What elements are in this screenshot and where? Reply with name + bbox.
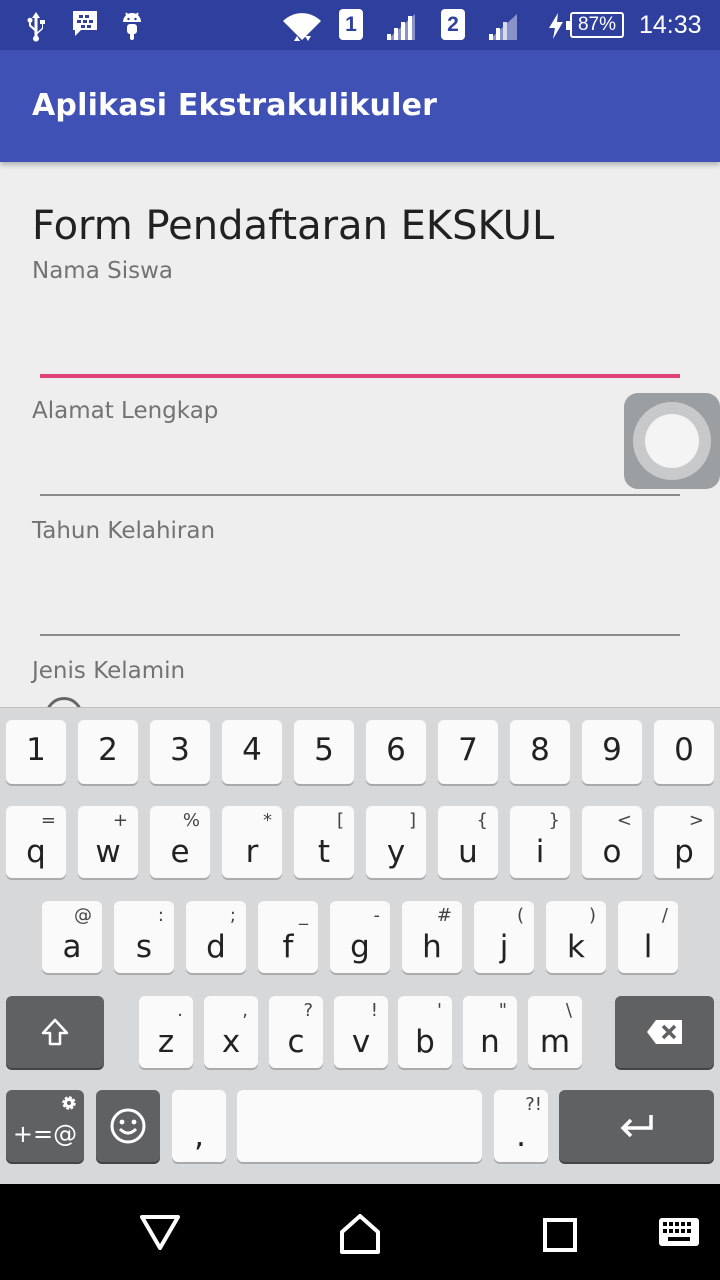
key-x[interactable]: ,x <box>204 996 258 1068</box>
form-title: Form Pendaftaran EKSKUL <box>32 203 555 249</box>
app-title: Aplikasi Ekstrakulikuler <box>32 88 438 123</box>
key-9[interactable]: 9 <box>582 720 642 784</box>
alamat-lengkap-input[interactable] <box>32 430 622 500</box>
key-k[interactable]: ) k <box>546 901 606 973</box>
tahun-kelahiran-label: Tahun Kelahiran <box>32 518 216 544</box>
key-0[interactable]: 0 <box>654 720 714 784</box>
shift-icon <box>41 1018 69 1046</box>
bbm-icon <box>73 11 97 36</box>
app-bar: Aplikasi Ekstrakulikuler <box>0 50 720 162</box>
backspace-key[interactable] <box>615 996 714 1068</box>
key-a[interactable]: @ a <box>42 901 102 973</box>
symbols-key[interactable]: +=@ <box>6 1090 84 1162</box>
key-g[interactable]: -g <box>330 901 390 973</box>
key-e[interactable]: % e <box>150 806 210 878</box>
usb-icon <box>27 12 45 42</box>
alamat-lengkap-label: Alamat Lengkap <box>32 398 219 424</box>
key-m[interactable]: \ m <box>528 996 582 1068</box>
emoji-key[interactable] <box>96 1090 160 1162</box>
battery-indicator: 87% <box>566 12 624 38</box>
nama-siswa-underline <box>40 374 680 378</box>
key-h[interactable]: # h <box>402 901 462 973</box>
gear-icon <box>62 1096 76 1110</box>
key-5[interactable]: 5 <box>294 720 354 784</box>
symbols-label: +=@ <box>12 1120 78 1148</box>
space-key[interactable] <box>237 1090 482 1162</box>
soft-keyboard: 1 2 3 4 5 6 7 8 9 0 = q + w % e * r [t ] y {u… <box>0 707 720 1184</box>
tahun-kelahiran-input[interactable] <box>32 560 688 640</box>
key-1[interactable]: 1 <box>6 720 66 784</box>
jenis-kelamin-label: Jenis Kelamin <box>32 658 186 684</box>
key-z[interactable]: .z <box>139 996 193 1068</box>
back-icon[interactable] <box>138 1212 182 1252</box>
key-y[interactable]: ] y <box>366 806 426 878</box>
nama-siswa-input[interactable] <box>32 300 688 380</box>
key-j[interactable]: (j <box>474 901 534 973</box>
alamat-lengkap-underline <box>40 494 680 496</box>
assistive-touch-button[interactable] <box>624 393 720 489</box>
signal-icon <box>387 14 415 40</box>
key-u[interactable]: {u <box>438 806 498 878</box>
key-6[interactable]: 6 <box>366 720 426 784</box>
key-8[interactable]: 8 <box>510 720 570 784</box>
key-l[interactable]: / l <box>618 901 678 973</box>
key-d[interactable]: ; d <box>186 901 246 973</box>
key-2[interactable]: 2 <box>78 720 138 784</box>
key-s[interactable]: :s <box>114 901 174 973</box>
emoji-icon <box>110 1108 146 1144</box>
tahun-kelahiran-underline <box>40 634 680 636</box>
key-f[interactable]: _ f <box>258 901 318 973</box>
key-r[interactable]: * r <box>222 806 282 878</box>
status-bar: 1 2 87% 14:33 <box>0 0 720 50</box>
key-v[interactable]: ! v <box>334 996 388 1068</box>
wifi-icon <box>283 13 321 41</box>
key-t[interactable]: [t <box>294 806 354 878</box>
backspace-icon <box>646 1020 682 1044</box>
key-i[interactable]: } i <box>510 806 570 878</box>
assistive-touch-icon <box>645 414 699 468</box>
key-q[interactable]: = q <box>6 806 66 878</box>
enter-key[interactable] <box>559 1090 714 1162</box>
key-4[interactable]: 4 <box>222 720 282 784</box>
clock: 14:33 <box>639 11 702 39</box>
key-c[interactable]: ? c <box>269 996 323 1068</box>
key-3[interactable]: 3 <box>150 720 210 784</box>
key-n[interactable]: " n <box>463 996 517 1068</box>
home-icon[interactable] <box>338 1212 382 1256</box>
charging-icon <box>549 13 563 39</box>
key-o[interactable]: < o <box>582 806 642 878</box>
signal-icon <box>489 14 517 40</box>
nama-siswa-label: Nama Siswa <box>32 258 173 284</box>
recents-icon[interactable] <box>543 1218 577 1252</box>
sim2-badge: 2 <box>441 9 465 40</box>
period-key[interactable]: ?!. <box>494 1090 548 1162</box>
key-p[interactable]: > p <box>654 806 714 878</box>
navigation-bar <box>0 1184 720 1280</box>
sim1-badge: 1 <box>339 9 363 40</box>
comma-key[interactable]: , <box>172 1090 226 1162</box>
keyboard-icon[interactable] <box>658 1217 700 1247</box>
shift-key[interactable] <box>6 996 104 1068</box>
key-b[interactable]: ' b <box>398 996 452 1068</box>
android-icon <box>123 12 141 40</box>
enter-icon <box>620 1115 653 1138</box>
key-7[interactable]: 7 <box>438 720 498 784</box>
key-w[interactable]: + w <box>78 806 138 878</box>
